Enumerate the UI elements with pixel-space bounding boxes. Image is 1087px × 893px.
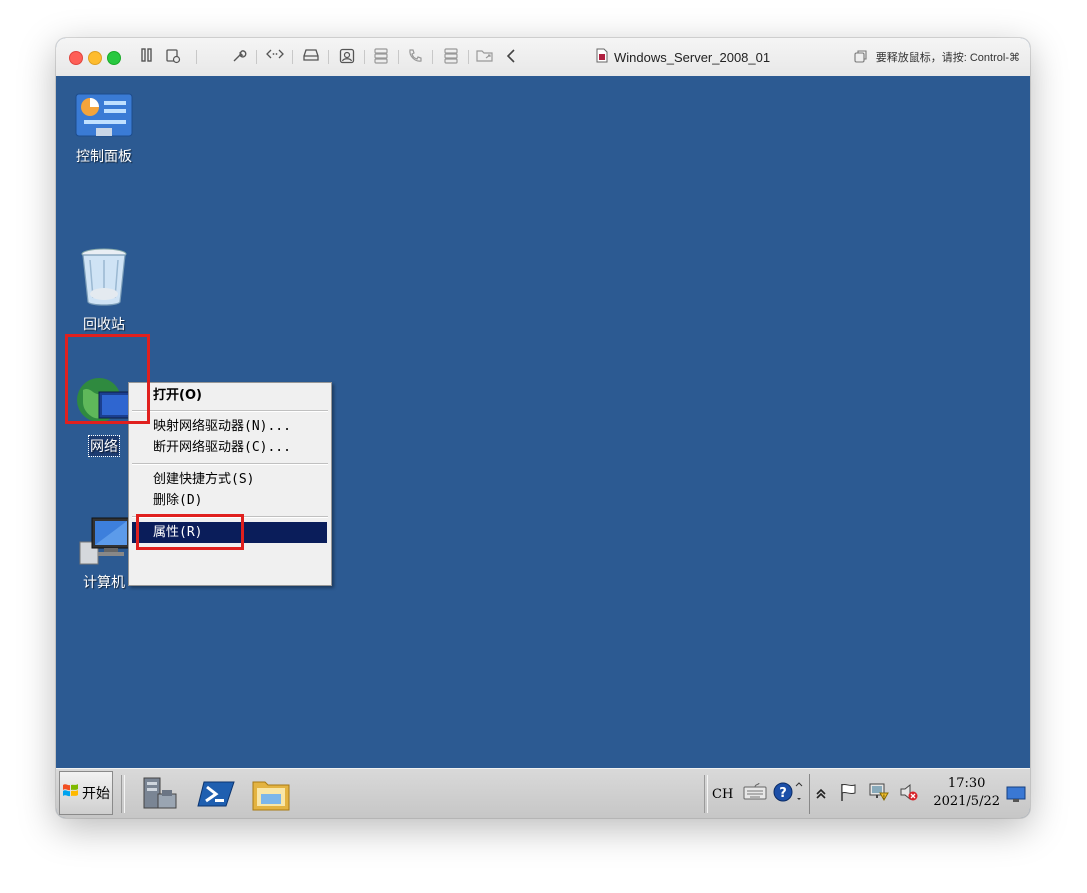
desktop-label-control-panel: 控制面板 <box>76 149 132 165</box>
menu-item-delete[interactable]: 删除(D) <box>132 490 327 511</box>
fullscreen-window-button[interactable] <box>107 51 121 65</box>
system-clock[interactable]: 17:30 2021/5/22 <box>933 775 1000 811</box>
notification-area: CH ? ! <box>712 773 928 815</box>
keyboard-icon[interactable] <box>743 782 767 805</box>
phone-icon[interactable] <box>406 48 424 66</box>
menu-item-disconnect-network-drive[interactable]: 断开网络驱动器(C)... <box>132 437 327 458</box>
language-indicator[interactable]: CH <box>712 787 733 802</box>
start-button[interactable]: 开始 <box>59 771 113 815</box>
desktop[interactable]: 控制面板 回收站 网络 计算机 打开(O) 映射网络驱动器(N)... 断开网络… <box>56 76 1030 768</box>
desktop-label-recycle-bin: 回收站 <box>83 317 125 333</box>
clock-date: 2021/5/22 <box>933 794 1000 809</box>
disk-drive-icon[interactable] <box>302 48 320 66</box>
storage-icon[interactable] <box>372 48 390 66</box>
taskbar: 开始 CH ? ! 17:30 2021/5/22 <box>56 768 1030 818</box>
computer-icon <box>76 517 132 570</box>
control-panel-icon <box>74 93 134 144</box>
context-menu: 打开(O) 映射网络驱动器(N)... 断开网络驱动器(C)... 创建快捷方式… <box>128 382 332 586</box>
window-titlebar: Windows_Server_2008_01 要释放鼠标，请按: Control… <box>56 38 1030 77</box>
close-window-button[interactable] <box>69 51 83 65</box>
menu-item-create-shortcut[interactable]: 创建快捷方式(S) <box>132 469 327 490</box>
minimize-window-button[interactable] <box>88 51 102 65</box>
show-hidden-icon[interactable] <box>816 785 826 804</box>
help-icon[interactable]: ? <box>773 782 793 806</box>
shared-folder-icon[interactable] <box>476 48 494 66</box>
options-arrow-icon[interactable] <box>795 782 803 806</box>
print-icon[interactable] <box>442 48 460 66</box>
network-status-icon[interactable]: ! <box>868 782 890 806</box>
menu-item-map-network-drive[interactable]: 映射网络驱动器(N)... <box>132 416 327 437</box>
volume-muted-icon[interactable] <box>898 782 920 806</box>
start-label: 开始 <box>82 786 110 802</box>
desktop-icon-control-panel[interactable]: 控制面板 <box>64 92 144 166</box>
annotation-highlight-network <box>65 334 150 424</box>
window-title: Windows_Server_2008_01 <box>614 49 771 65</box>
menu-item-open[interactable]: 打开(O) <box>132 385 327 406</box>
snapshot-icon[interactable] <box>164 48 182 66</box>
pause-icon[interactable] <box>138 48 156 66</box>
powershell-icon[interactable] <box>196 774 236 814</box>
annotation-highlight-properties <box>136 514 244 550</box>
explorer-folder-icon[interactable] <box>251 774 291 814</box>
clock-time: 17:30 <box>947 776 986 791</box>
menu-separator <box>132 463 328 465</box>
release-mouse-hint: 要释放鼠标，请按: Control-⌘ <box>875 52 1020 64</box>
desktop-icon[interactable] <box>1006 785 1026 807</box>
recycle-bin-icon <box>78 248 130 312</box>
server-manager-icon[interactable] <box>140 774 180 814</box>
settings-wrench-icon[interactable] <box>230 48 248 66</box>
vm-document-icon <box>596 48 608 67</box>
svg-text:!: ! <box>883 794 885 801</box>
svg-text:?: ? <box>780 786 788 801</box>
vm-window: Windows_Server_2008_01 要释放鼠标，请按: Control… <box>56 38 1030 818</box>
desktop-label-network: 网络 <box>88 435 120 457</box>
windows-logo-icon <box>62 782 80 804</box>
code-brackets-icon[interactable] <box>266 48 284 66</box>
user-account-icon[interactable] <box>338 48 356 66</box>
desktop-icon-recycle-bin[interactable]: 回收站 <box>64 246 144 334</box>
copy-icon <box>854 48 868 67</box>
action-center-flag-icon[interactable] <box>838 782 858 806</box>
back-chevron-icon[interactable] <box>502 48 520 66</box>
menu-separator <box>132 410 328 412</box>
